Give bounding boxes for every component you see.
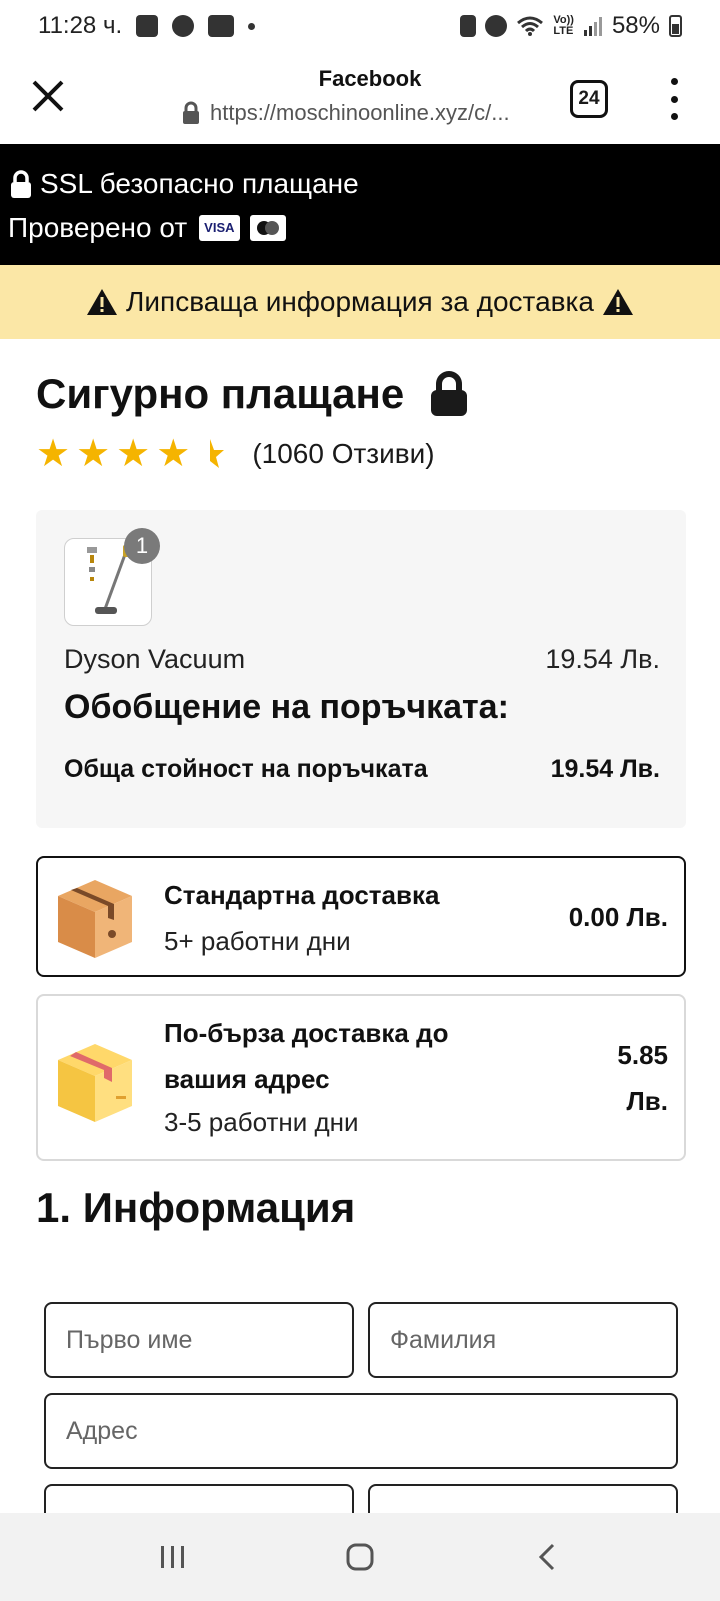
url-text: https://moschinoonline.xyz/c/...	[210, 100, 510, 125]
lock-icon	[183, 101, 199, 124]
verified-text: Проверено от	[8, 212, 188, 243]
chrome-icon	[172, 15, 195, 37]
status-right: Vo)) LTE 58%	[460, 12, 682, 40]
star-rating: ★ ★ ★ ★	[36, 433, 225, 475]
padlock-icon	[431, 371, 468, 416]
emag-icon	[208, 15, 235, 37]
first-name-input[interactable]	[44, 1302, 354, 1378]
back-icon	[538, 1543, 554, 1571]
star-icon: ★	[116, 433, 151, 475]
product-price: 19.54 Лв.	[545, 644, 660, 674]
page-title: Сигурно плащане	[36, 370, 470, 418]
back-button[interactable]	[517, 1527, 577, 1587]
warning-text: Липсваща информация за доставка	[126, 286, 594, 317]
product-name: Dyson Vacuum	[64, 644, 246, 674]
last-name-input[interactable]	[368, 1302, 678, 1378]
star-icon: ★	[36, 433, 71, 475]
address-input[interactable]	[44, 1393, 678, 1469]
shipping-price: 0.00 Лв.	[568, 902, 668, 932]
shipping-name: По-бърза доставка до вашия адрес	[164, 1018, 449, 1094]
url-bar[interactable]: Facebook https://moschinoonline.xyz/c/..…	[180, 66, 560, 126]
close-icon[interactable]	[26, 74, 70, 118]
lock-icon	[11, 170, 31, 198]
status-bar: 11:28 ч. Vo)) LTE 58%	[0, 0, 720, 52]
summary-heading: Обобщение на поръчката:	[64, 688, 509, 726]
reviews-count[interactable]: (1060 Отзиви)	[252, 438, 434, 470]
battery-icon	[669, 15, 682, 37]
browser-toolbar: Facebook https://moschinoonline.xyz/c/..…	[0, 52, 720, 144]
more-menu-icon[interactable]	[664, 78, 684, 120]
visa-logo: VISA	[199, 215, 240, 241]
section-title: 1. Информация	[36, 1184, 356, 1231]
more-notifications-icon	[248, 22, 256, 30]
mastercard-logo	[249, 215, 286, 241]
shipping-option-express[interactable]: По-бърза доставка до вашия адрес 3-5 раб…	[36, 994, 686, 1161]
home-button[interactable]	[330, 1527, 390, 1587]
warning-banner: Липсваща информация за доставка	[0, 265, 720, 339]
shipping-days: 5+ работни дни	[164, 926, 351, 956]
quantity-badge: 1	[124, 528, 160, 564]
wifi-icon	[517, 16, 544, 36]
status-left: 11:28 ч.	[38, 12, 256, 40]
product-row: Dyson Vacuum 19.54 Лв.	[64, 644, 660, 675]
total-label: Обща стойност на поръчката	[64, 755, 428, 783]
volte-icon: Vo)) LTE	[553, 14, 574, 37]
shipping-option-standard[interactable]: Стандартна доставка 5+ работни дни 0.00 …	[36, 856, 686, 977]
total-row: Обща стойност на поръчката 19.54 Лв.	[64, 755, 660, 784]
warning-icon	[602, 289, 633, 315]
warning-icon	[87, 289, 118, 315]
box-icon	[58, 1044, 132, 1122]
star-icon: ★	[76, 433, 111, 475]
order-summary: 1 Dyson Vacuum 19.54 Лв. Обобщение на по…	[36, 510, 686, 828]
half-star-icon	[210, 439, 225, 468]
shipping-price: 5.85 Лв.	[617, 1040, 668, 1116]
status-time: 11:28 ч.	[38, 12, 123, 39]
home-icon	[346, 1543, 374, 1571]
tabs-button[interactable]: 24	[570, 80, 608, 118]
recents-icon	[161, 1546, 185, 1568]
recents-button[interactable]	[143, 1527, 203, 1587]
star-icon: ★	[156, 433, 191, 475]
shipping-name: Стандартна доставка	[164, 880, 440, 910]
verified-row: Проверено от VISA	[8, 206, 712, 250]
rating-row: ★ ★ ★ ★ (1060 Отзиви)	[36, 435, 435, 473]
site-title: Facebook	[318, 66, 422, 91]
data-saver-icon	[460, 15, 477, 37]
ssl-text: SSL безопасно плащане	[40, 168, 359, 199]
ssl-banner: SSL безопасно плащане Проверено от VISA	[0, 144, 720, 265]
url-line: https://moschinoonline.xyz/c/...	[180, 100, 560, 126]
page-title-text: Сигурно плащане	[36, 370, 405, 417]
battery-percent: 58%	[611, 12, 660, 39]
box-icon	[58, 880, 132, 958]
shipping-days: 3-5 работни дни	[164, 1107, 359, 1137]
gallery-icon	[136, 15, 159, 37]
ssl-row: SSL безопасно плащане	[8, 162, 712, 206]
signal-icon	[583, 17, 602, 36]
system-nav-bar	[0, 1513, 720, 1601]
total-value: 19.54 Лв.	[550, 755, 660, 783]
alarm-icon	[485, 15, 508, 37]
